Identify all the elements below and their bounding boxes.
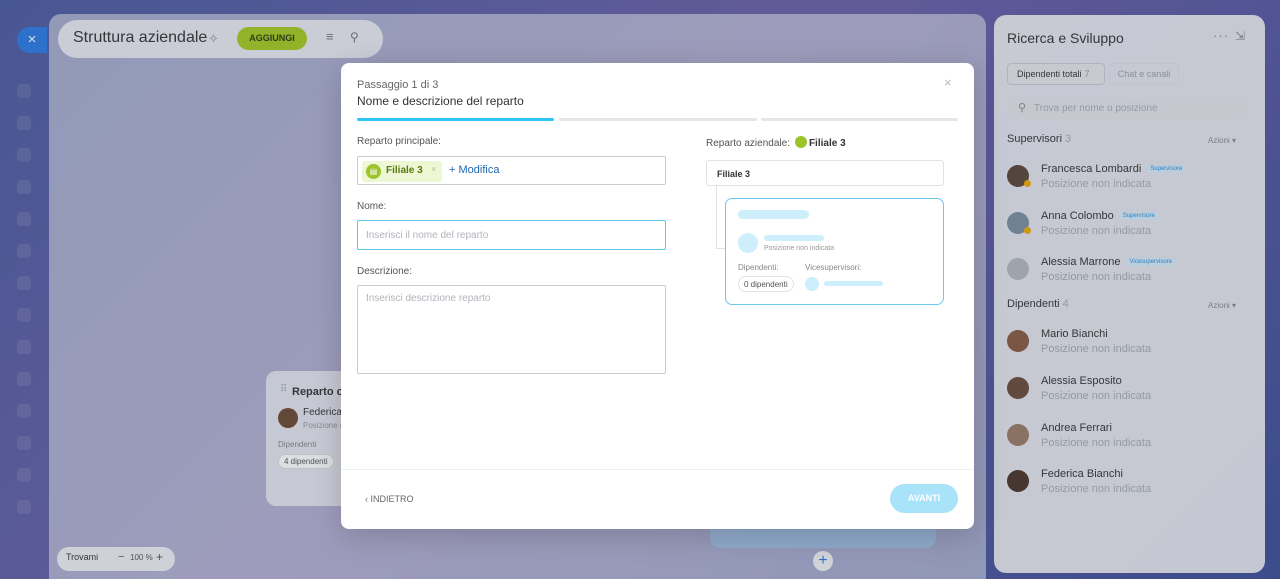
tree-connector	[716, 186, 717, 248]
chip-label: Filiale 3	[386, 165, 423, 176]
department-icon: ▤	[366, 164, 381, 179]
placeholder-name	[824, 281, 883, 286]
dialog-footer-divider	[341, 469, 974, 470]
department-icon	[794, 136, 807, 148]
modify-link[interactable]: + Modifica	[449, 164, 499, 176]
close-icon[interactable]: ×	[944, 75, 952, 90]
parent-department-chip: ▤ Filiale 3 ×	[362, 161, 442, 182]
progress-step-1	[357, 118, 554, 121]
parent-department-label: Reparto principale:	[357, 136, 441, 147]
progress-step-2	[559, 118, 757, 121]
company-label-text: Reparto aziendale:	[706, 138, 790, 149]
tree-root-label: Filiale 3	[717, 169, 751, 179]
next-button[interactable]: AVANTI	[890, 484, 958, 513]
preview-employees-label: Dipendenti:	[738, 263, 779, 272]
step-indicator: Passaggio 1 di 3	[357, 79, 439, 91]
description-textarea[interactable]: Inserisci descrizione reparto	[357, 285, 666, 374]
department-name-input[interactable]: Inserisci il nome del reparto	[357, 220, 666, 250]
description-label: Descrizione:	[357, 266, 413, 277]
company-department-label: Reparto aziendale: Filiale 3	[706, 136, 846, 149]
avatar	[805, 277, 819, 291]
company-name: Filiale 3	[808, 138, 846, 149]
placeholder-name	[764, 235, 824, 241]
create-department-dialog: Passaggio 1 di 3 Nome e descrizione del …	[341, 63, 974, 529]
preview-employees-count: 0 dipendenti	[738, 276, 794, 292]
avatar	[738, 233, 758, 253]
dialog-title: Nome e descrizione del reparto	[357, 94, 524, 108]
parent-department-field[interactable]: ▤ Filiale 3 × + Modifica	[357, 156, 666, 185]
new-department-preview: Posizione non indicata Dipendenti: Vices…	[725, 198, 944, 305]
back-button[interactable]: ‹ INDIETRO	[365, 494, 414, 504]
preview-position: Posizione non indicata	[764, 245, 835, 252]
preview-vice-label: Vicesupervisori:	[805, 263, 862, 272]
progress-step-3	[761, 118, 958, 121]
tree-root-node: Filiale 3	[706, 160, 944, 186]
remove-chip-icon[interactable]: ×	[431, 164, 436, 174]
placeholder-title	[738, 210, 809, 219]
name-label: Nome:	[357, 201, 387, 212]
